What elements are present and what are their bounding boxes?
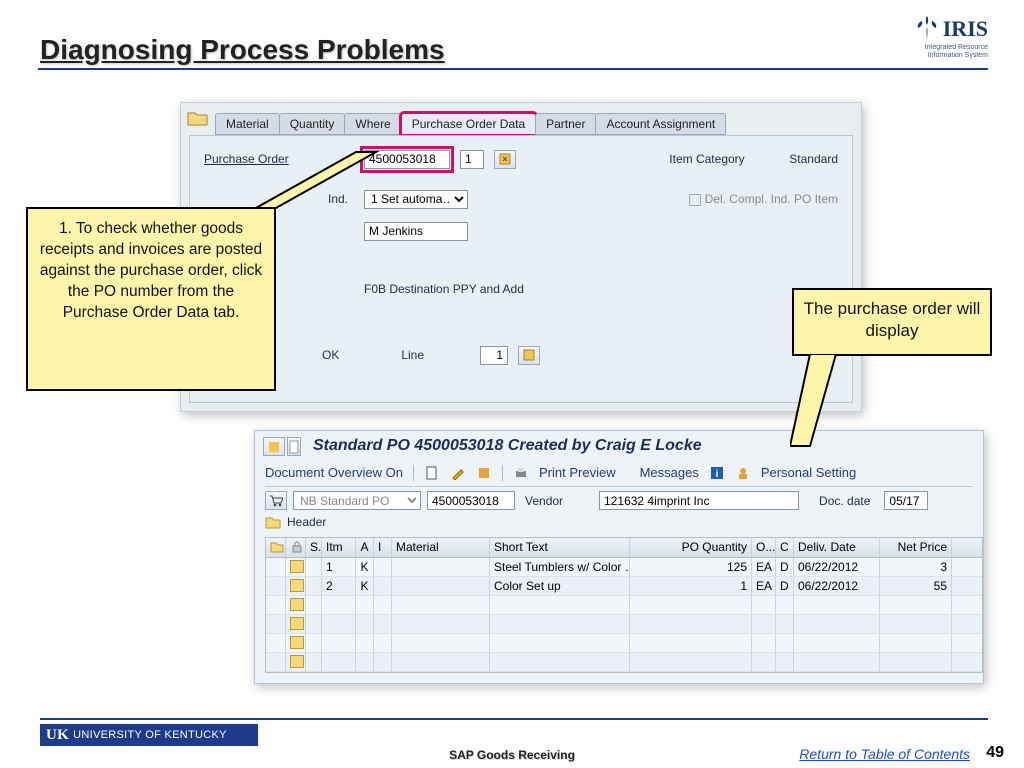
iris-subtitle-1: Integrated Resource	[913, 44, 988, 52]
title-icon-2[interactable]	[287, 437, 301, 456]
tab-where[interactable]: Where	[344, 113, 401, 135]
del-compl-checkbox[interactable]: Del. Compl. Ind. PO Item	[689, 192, 838, 206]
messages-link[interactable]: Messages	[640, 465, 699, 480]
grid-expand-icon[interactable]	[270, 540, 284, 554]
line-search-icon[interactable]	[518, 346, 540, 365]
tab-material[interactable]: Material	[215, 113, 280, 135]
vendor-label: Vendor	[525, 494, 563, 508]
header-expand-icon[interactable]	[265, 515, 281, 529]
col-deliv-date[interactable]: Deliv. Date	[794, 538, 880, 557]
other-doc-icon[interactable]	[476, 465, 492, 481]
iris-text: IRIS	[943, 16, 988, 42]
callout-2-pointer	[790, 354, 840, 448]
doc-overview-on-link[interactable]: Document Overview On	[265, 465, 403, 480]
folder-open-icon[interactable]	[187, 109, 209, 127]
iris-flower-icon	[913, 14, 941, 44]
ok-label: OK	[322, 348, 339, 362]
iris-logo: IRIS Integrated Resource Information Sys…	[913, 14, 988, 59]
po-number-field[interactable]	[427, 491, 515, 510]
iris-subtitle-2: Information System	[913, 52, 988, 60]
edit-icon[interactable]	[450, 465, 466, 481]
header-label: Header	[287, 515, 326, 529]
title-rule	[38, 68, 988, 70]
po-toolbar: Document Overview On Print Preview Messa…	[265, 463, 973, 487]
doc-date-label: Doc. date	[819, 494, 870, 508]
lock-column-icon	[290, 540, 304, 554]
slide-title: Diagnosing Process Problems	[40, 34, 445, 66]
svg-text:i: i	[715, 469, 718, 480]
col-status[interactable]: S..	[306, 538, 322, 557]
title-icon-1[interactable]	[263, 437, 285, 456]
line-input[interactable]	[480, 346, 508, 365]
toolbar-divider	[413, 465, 414, 481]
toolbar-divider	[502, 465, 503, 481]
item-category-value: Standard	[789, 152, 838, 166]
sap-panel-po-data: Material Quantity Where Purchase Order D…	[180, 102, 862, 412]
col-a[interactable]: A	[356, 538, 374, 557]
tab-purchase-order-data[interactable]: Purchase Order Data	[401, 113, 536, 135]
requisitioner-input[interactable]	[364, 222, 468, 241]
uk-badge: UKUNIVERSITY OF KENTUCKY	[40, 724, 258, 746]
personal-setting-icon[interactable]	[735, 465, 751, 481]
print-preview-link[interactable]: Print Preview	[539, 465, 616, 480]
fob-text: F0B Destination PPY and Add	[364, 282, 524, 296]
col-itm[interactable]: Itm	[322, 538, 356, 557]
tab-quantity[interactable]: Quantity	[279, 113, 346, 135]
return-to-toc-link[interactable]: Return to Table of Contents	[799, 746, 970, 762]
col-short-text[interactable]: Short Text	[490, 538, 630, 557]
line-label: Line	[401, 348, 424, 362]
sap-panel-po-display: Standard PO 4500053018 Created by Craig …	[254, 430, 984, 684]
col-oun[interactable]: O...	[752, 538, 776, 557]
row-folder-icon	[290, 560, 304, 573]
callout-2: The purchase order will display	[792, 288, 992, 356]
new-doc-icon[interactable]	[424, 465, 440, 481]
tab-partner[interactable]: Partner	[535, 113, 596, 135]
col-net-price[interactable]: Net Price	[880, 538, 952, 557]
personal-setting-link[interactable]: Personal Setting	[761, 465, 856, 480]
tab-strip: Material Quantity Where Purchase Order D…	[215, 113, 725, 135]
col-i[interactable]: I	[374, 538, 392, 557]
grid-header: S.. Itm A I Material Short Text PO Quant…	[266, 538, 982, 558]
vendor-field[interactable]	[599, 491, 799, 510]
item-category-label: Item Category	[669, 152, 779, 166]
grid-row-empty	[266, 634, 982, 653]
po-items-grid: S.. Itm A I Material Short Text PO Quant…	[265, 537, 983, 673]
grid-row-empty	[266, 615, 982, 634]
col-material[interactable]: Material	[392, 538, 490, 557]
grid-row[interactable]: 1 K Steel Tumblers w/ Color … 125 EA D 0…	[266, 558, 982, 577]
po-window-title: Standard PO 4500053018 Created by Craig …	[313, 437, 702, 455]
po-item-input[interactable]	[460, 150, 484, 169]
grid-row[interactable]: 2 K Color Set up 1 EA D 06/22/2012 55	[266, 577, 982, 596]
doc-date-field[interactable]	[884, 491, 928, 510]
po-display-icon[interactable]	[494, 150, 516, 169]
doc-type-select[interactable]: NB Standard PO	[293, 491, 421, 510]
col-po-quantity[interactable]: PO Quantity	[630, 538, 752, 557]
col-c[interactable]: C	[776, 538, 794, 557]
grid-row-empty	[266, 653, 982, 672]
tab-account-assignment[interactable]: Account Assignment	[595, 113, 726, 135]
cart-icon[interactable]	[265, 491, 287, 510]
row-folder-icon	[290, 579, 304, 592]
info-icon[interactable]: i	[709, 465, 725, 481]
page-number: 49	[986, 744, 1004, 762]
callout-1: 1. To check whether goods receipts and i…	[26, 207, 276, 391]
print-icon[interactable]	[513, 465, 529, 481]
panel2-title-icons	[263, 437, 301, 456]
grid-row-empty	[266, 596, 982, 615]
